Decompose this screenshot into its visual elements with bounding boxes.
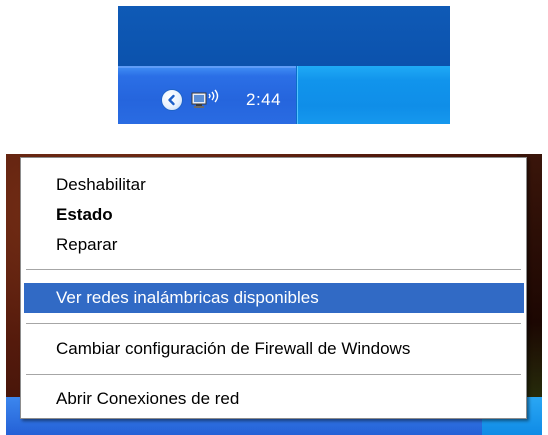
wireless-network-icon[interactable] [191,88,221,110]
menu-item-estado[interactable]: Estado [24,200,524,230]
context-menu-screenshot: Deshabilitar Estado Reparar Ver redes in… [6,154,542,435]
menu-item-abrir-conexiones[interactable]: Abrir Conexiones de red [24,384,524,414]
menu-separator [26,323,521,324]
network-context-menu: Deshabilitar Estado Reparar Ver redes in… [20,157,527,419]
menu-item-reparar[interactable]: Reparar [24,230,524,260]
menu-item-cambiar-firewall[interactable]: Cambiar configuración de Firewall de Win… [24,334,524,364]
taskbar-clock[interactable]: 2:44 [246,90,281,110]
chevron-left-icon [168,94,175,106]
menu-separator [26,374,521,375]
notification-area [296,66,450,124]
menu-separator [26,269,521,270]
desktop-area [118,6,450,66]
menu-item-ver-redes-inalambricas[interactable]: Ver redes inalámbricas disponibles [24,283,524,313]
menu-item-deshabilitar[interactable]: Deshabilitar [24,170,524,200]
show-hidden-icons-button[interactable] [161,89,183,111]
